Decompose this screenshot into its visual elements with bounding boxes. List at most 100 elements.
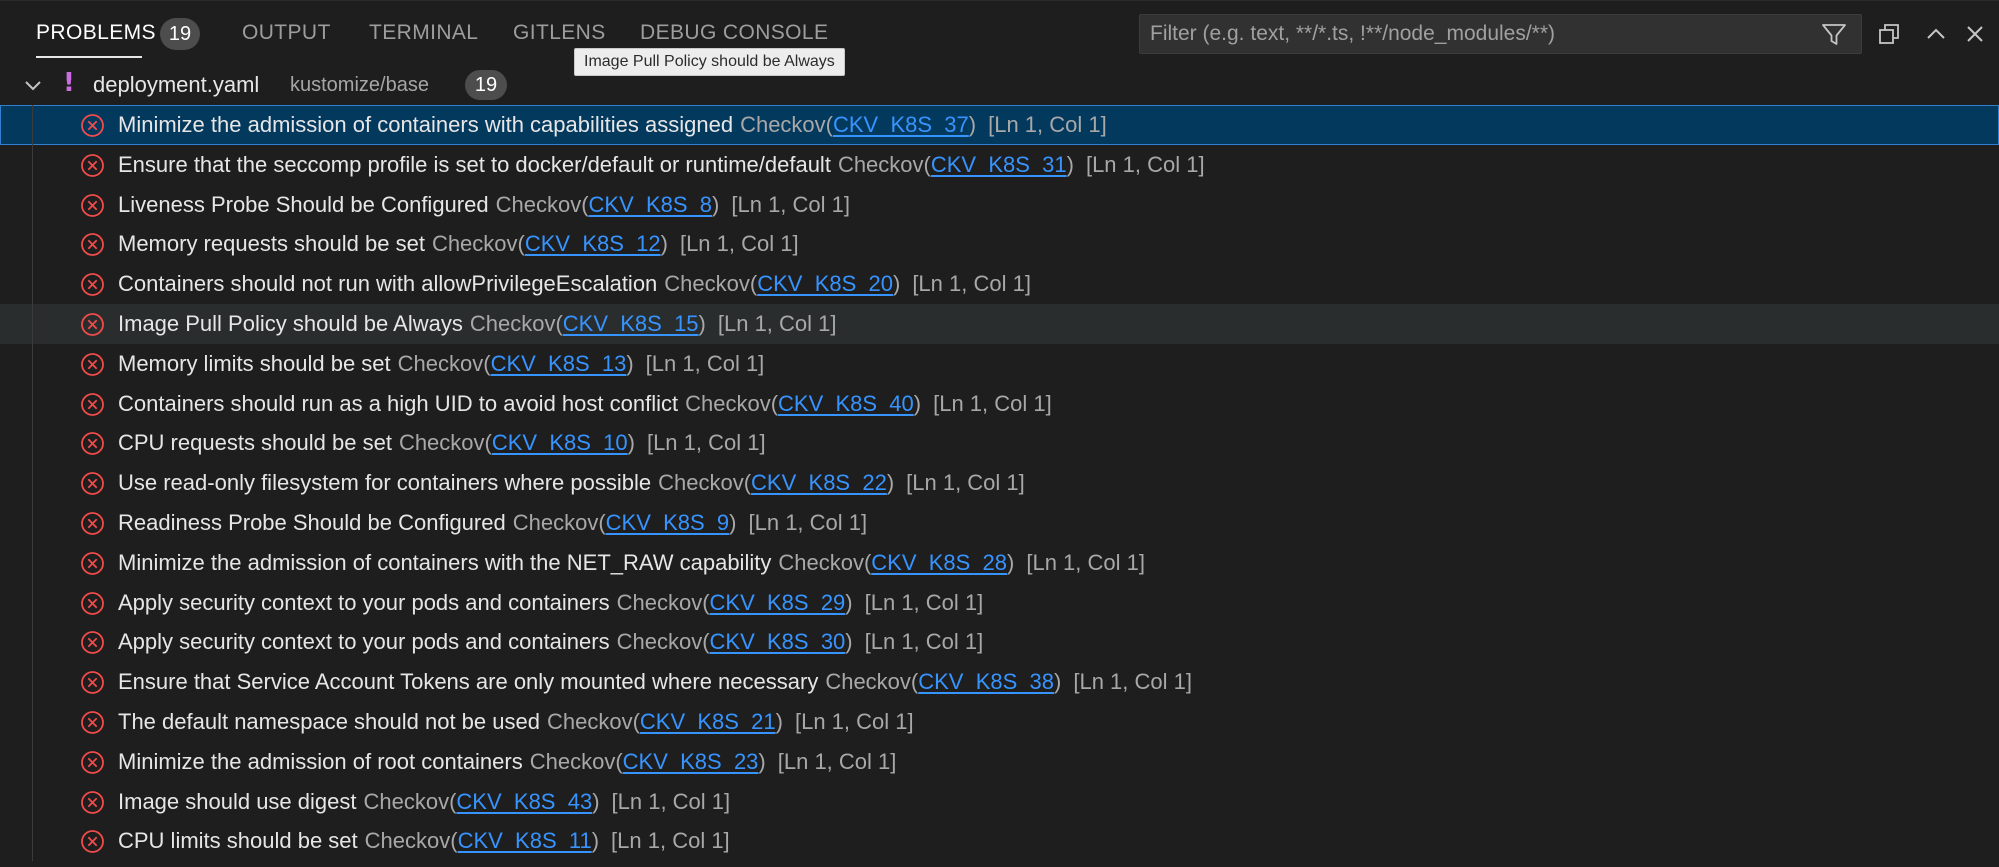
problem-source: Checkov: [431, 231, 518, 257]
problem-row[interactable]: Containers should not run with allowPriv…: [0, 264, 1999, 304]
rule-code-link[interactable]: CKV_K8S_40: [778, 391, 914, 416]
indent-guide: [32, 224, 33, 265]
error-circle-icon: [81, 432, 104, 456]
rule-code-link[interactable]: CKV_K8S_13: [491, 351, 627, 376]
problem-row[interactable]: Ensure that the seccomp profile is set t…: [0, 144, 1999, 185]
paren-close: ): [1066, 151, 1074, 177]
indent-guide: [32, 463, 33, 503]
problem-location: [Ln 1, Col 1]: [748, 509, 868, 535]
error-circle-icon: [81, 631, 104, 655]
tab-debug-console[interactable]: DEBUG CONSOLE: [640, 21, 828, 45]
problem-row[interactable]: Memory requests should be set Checkov(CKV…: [0, 224, 1999, 265]
problem-message: The default namespace should not be used: [118, 708, 540, 734]
hover-tooltip: Image Pull Policy should be Always: [574, 48, 845, 76]
filter-box: [1139, 14, 1862, 54]
error-circle-icon: [81, 790, 104, 814]
rule-code-link[interactable]: CKV_K8S_28: [871, 550, 1007, 575]
rule-code-link[interactable]: CKV_K8S_21: [640, 709, 776, 734]
problem-row[interactable]: Liveness Probe Should be Configured Check…: [0, 184, 1999, 225]
problem-row[interactable]: CPU requests should be set Checkov(CKV_K8…: [0, 423, 1999, 464]
problem-row[interactable]: Memory limits should be set Checkov(CKV_K…: [0, 343, 1999, 384]
rule-code-link[interactable]: CKV_K8S_31: [931, 152, 1067, 177]
problem-row[interactable]: Minimize the admission of containers wit…: [0, 542, 1999, 583]
rule-code-link[interactable]: CKV_K8S_12: [525, 231, 661, 256]
paren-close: ): [698, 310, 706, 336]
problem-source: Checkov: [658, 470, 744, 496]
rule-code-link[interactable]: CKV_K8S_11: [458, 828, 592, 853]
problem-row[interactable]: Apply security context to your pods and …: [0, 582, 1999, 623]
problem-row[interactable]: Minimize the admission of containers wit…: [0, 105, 1999, 145]
chevron-up-icon[interactable]: [1920, 18, 1952, 50]
problem-row[interactable]: Ensure that Service Account Tokens are o…: [0, 662, 1999, 702]
problem-content: Apply security context to your pods and …: [118, 590, 983, 616]
problem-source: Checkov: [778, 549, 864, 575]
filter-input[interactable]: [1150, 15, 1810, 53]
problem-location: [Ln 1, Col 1]: [611, 788, 731, 814]
problem-row[interactable]: Image should use digest Checkov(CKV_K8S_4…: [0, 781, 1999, 822]
rule-code-link[interactable]: CKV_K8S_20: [757, 271, 893, 296]
file-path: kustomize/base: [290, 74, 429, 96]
problem-row[interactable]: Use read-only filesystem for containers …: [0, 463, 1999, 503]
paren-open: (: [581, 191, 589, 217]
tab-terminal[interactable]: TERMINAL: [369, 21, 478, 45]
problem-row[interactable]: Minimize the admission of root container…: [0, 741, 1999, 782]
error-circle-icon: [81, 114, 104, 137]
error-circle-icon: [81, 392, 104, 416]
paren-close: ): [660, 231, 668, 257]
indent-guide: [32, 502, 33, 543]
problem-source: Checkov: [364, 828, 451, 854]
problem-location: [Ln 1, Col 1]: [777, 748, 897, 774]
paren-open: (: [450, 828, 458, 854]
filter-icon[interactable]: [1820, 21, 1848, 49]
paren-open: (: [825, 112, 833, 137]
problem-content: Readiness Probe Should be Configured Chec…: [118, 510, 867, 536]
tab-output[interactable]: OUTPUT: [242, 21, 331, 45]
rule-code-link[interactable]: CKV_K8S_23: [623, 749, 759, 774]
problem-source: Checkov: [363, 788, 450, 814]
problem-source: Checkov: [685, 390, 771, 416]
problem-message: Use read-only filesystem for containers …: [118, 470, 652, 496]
problem-content: Apply security context to your pods and …: [118, 629, 983, 655]
problem-source: Checkov: [740, 112, 826, 137]
problems-panel: PROBLEMS 19 OUTPUT TERMINAL GITLENS DEBU…: [0, 0, 1999, 867]
tab-gitlens[interactable]: GITLENS: [513, 21, 606, 45]
rule-code-link[interactable]: CKV_K8S_22: [751, 470, 887, 495]
paren-close: ): [758, 748, 766, 774]
problem-row[interactable]: Containers should run as a high UID to a…: [0, 383, 1999, 424]
problem-row[interactable]: Apply security context to your pods and …: [0, 622, 1999, 663]
paren-close: ): [886, 470, 895, 496]
rule-code-link[interactable]: CKV_K8S_8: [589, 192, 713, 217]
rule-code-link[interactable]: CKV_K8S_43: [456, 789, 592, 814]
problem-row[interactable]: Readiness Probe Should be Configured Chec…: [0, 502, 1999, 543]
problem-content: CPU limits should be set Checkov(CKV_K8S_…: [118, 828, 730, 854]
error-circle-icon: [81, 711, 104, 734]
problem-row[interactable]: Image Pull Policy should be Always Checko…: [0, 303, 1999, 344]
problem-row[interactable]: The default namespace should not be used…: [0, 701, 1999, 742]
rule-code-link[interactable]: CKV_K8S_10: [492, 430, 628, 455]
file-group-row[interactable]: ! deployment.yaml kustomize/base 19: [0, 67, 1999, 103]
chevron-down-icon[interactable]: [22, 75, 44, 97]
indent-guide: [32, 622, 33, 663]
problem-message: Memory limits should be set: [118, 350, 391, 376]
indent-guide: [32, 781, 33, 822]
error-circle-icon: [81, 233, 104, 257]
problem-location: [Ln 1, Col 1]: [906, 470, 1025, 496]
problem-message: Ensure that the seccomp profile is set t…: [118, 151, 831, 177]
close-icon[interactable]: [1959, 18, 1991, 50]
rule-code-link[interactable]: CKV_K8S_29: [710, 590, 846, 615]
rule-code-link[interactable]: CKV_K8S_9: [606, 510, 730, 535]
error-circle-icon: [81, 591, 104, 615]
indent-guide: [32, 701, 33, 742]
rule-code-link[interactable]: CKV_K8S_38: [918, 669, 1054, 694]
restore-panel-icon[interactable]: [1873, 18, 1905, 50]
problem-source: Checkov: [398, 430, 485, 456]
rule-code-link[interactable]: CKV_K8S_30: [710, 629, 846, 654]
problem-content: Containers should not run with allowPriv…: [118, 271, 1031, 297]
rule-code-link[interactable]: CKV_K8S_15: [563, 311, 699, 336]
rule-code-link[interactable]: CKV_K8S_37: [833, 112, 969, 137]
problem-row[interactable]: CPU limits should be set Checkov(CKV_K8S_…: [0, 821, 1999, 862]
tab-problems[interactable]: PROBLEMS: [36, 21, 156, 45]
paren-close: ): [626, 350, 634, 376]
problem-location: [Ln 1, Col 1]: [912, 271, 1031, 297]
problem-content: Memory limits should be set Checkov(CKV_K…: [118, 351, 764, 377]
